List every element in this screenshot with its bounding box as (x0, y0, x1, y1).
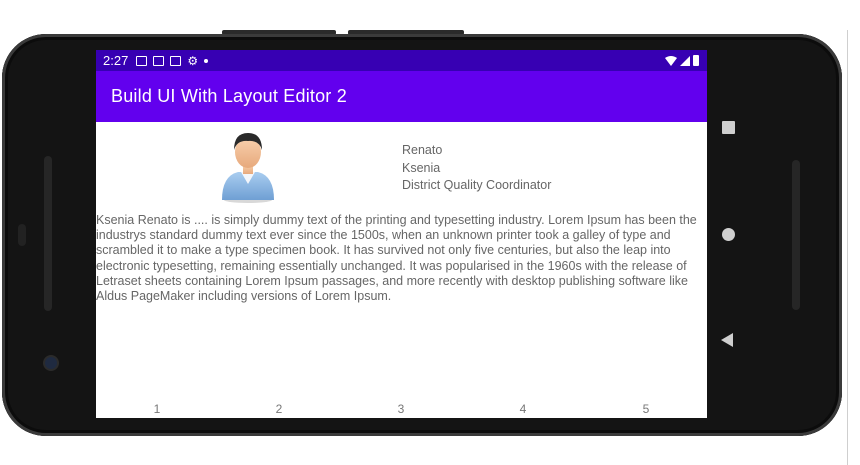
tab-4[interactable]: 4 (520, 402, 527, 416)
proximity-sensor (18, 224, 26, 246)
home-circle-icon[interactable] (722, 228, 735, 241)
tab-2[interactable]: 2 (276, 402, 283, 416)
user-avatar-icon (222, 133, 274, 203)
job-title: District Quality Coordinator (402, 178, 552, 192)
tab-bar: 1 2 3 4 5 (96, 402, 707, 418)
dot-icon (204, 58, 209, 63)
wifi-icon (665, 55, 677, 66)
back-triangle-icon[interactable] (721, 333, 733, 347)
battery-icon (693, 55, 699, 66)
status-bar: 2:27 ⚙ (96, 50, 707, 71)
system-icons (665, 55, 699, 66)
app-title: Build UI With Layout Editor 2 (111, 86, 347, 106)
side-panel-divider (847, 30, 848, 465)
text-a-icon (153, 55, 165, 66)
overview-square-icon[interactable] (722, 121, 735, 134)
last-name: Ksenia (402, 160, 441, 175)
signal-icon (680, 55, 690, 66)
notification-icons: ⚙ (136, 53, 209, 68)
gear-icon: ⚙ (187, 53, 199, 68)
speaker-right (792, 160, 800, 310)
description-text: Ksenia Renato is .... is simply dummy te… (96, 213, 697, 304)
first-name: Renato (402, 143, 443, 157)
profile-info: Renato Ksenia District Quality Coordinat… (402, 142, 551, 195)
device-screen: 2:27 ⚙ Build UI With Layout Editor 2 Ren… (96, 50, 707, 418)
tab-1[interactable]: 1 (154, 402, 161, 416)
status-time: 2:27 (103, 53, 129, 68)
speaker-left (44, 156, 52, 311)
tab-5[interactable]: 5 (643, 402, 650, 416)
calendar-icon (136, 55, 148, 66)
gmail-icon (170, 55, 182, 66)
front-camera-icon (45, 357, 57, 369)
app-bar: Build UI With Layout Editor 2 (96, 71, 707, 122)
tab-3[interactable]: 3 (398, 402, 405, 416)
